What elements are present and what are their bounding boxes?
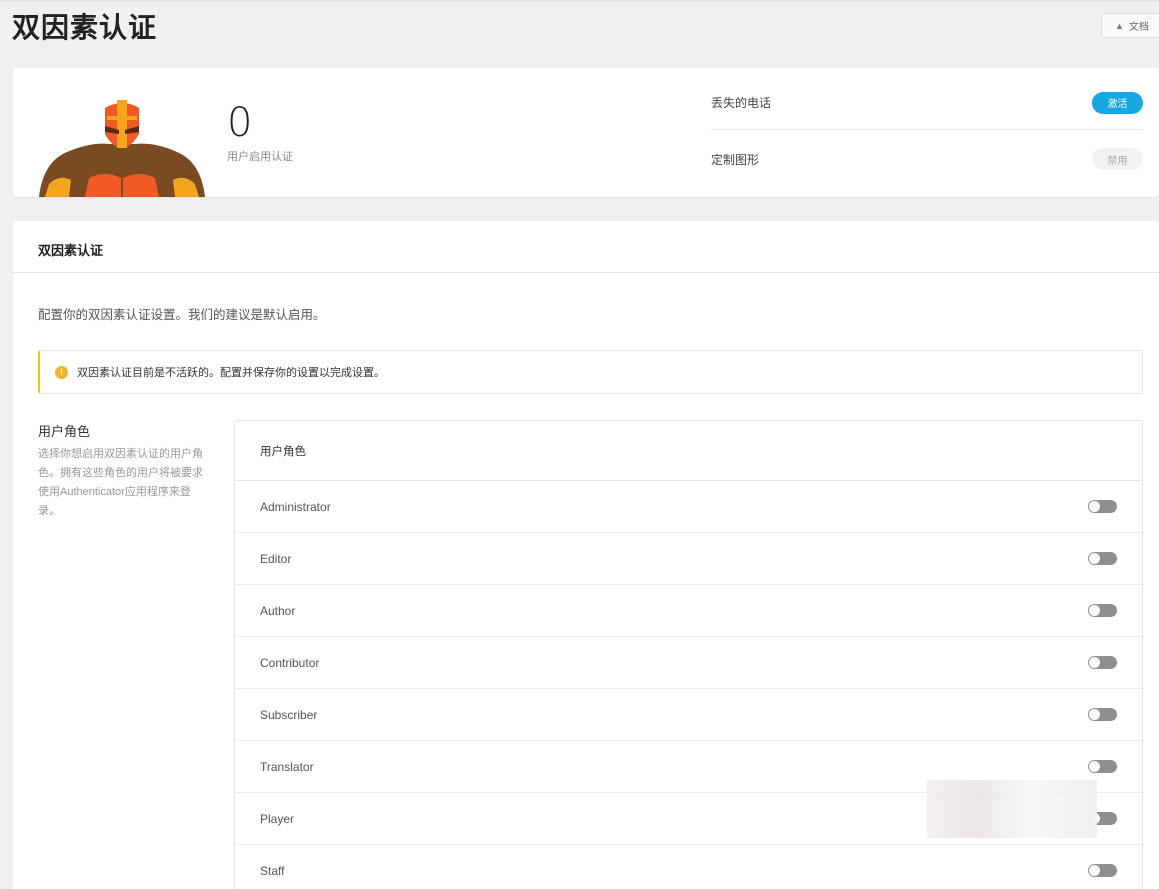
role-row-administrator: Administrator	[235, 481, 1142, 533]
role-toggle-administrator[interactable]	[1088, 500, 1117, 513]
enabled-user-count: 0	[227, 100, 253, 146]
role-label: Staff	[260, 863, 285, 878]
settings-intro: 配置你的双因素认证设置。我们的建议是默认启用。	[38, 308, 326, 322]
user-roles-description: 选择你想启用双因素认证的用户角色。拥有这些角色的用户将被要求使用Authenti…	[38, 448, 203, 517]
role-row-contributor: Contributor	[235, 637, 1142, 689]
exclamation-circle-icon: !	[55, 365, 68, 379]
role-toggle-staff[interactable]	[1088, 864, 1117, 877]
enabled-user-count-label: 用户启用认证	[227, 151, 293, 163]
role-row-staff: Staff	[235, 845, 1142, 889]
role-toggle-translator[interactable]	[1088, 760, 1117, 773]
role-toggle-subscriber[interactable]	[1088, 708, 1117, 721]
summary-card: 0 用户启用认证 丢失的电话 激活 定制图形 禁用	[13, 68, 1159, 197]
role-label: Contributor	[260, 655, 320, 670]
role-row-subscriber: Subscriber	[235, 689, 1142, 741]
disabled-button[interactable]: 禁用	[1092, 148, 1143, 170]
settings-header: 双因素认证	[13, 221, 1159, 273]
user-roles-title: 用户角色	[38, 424, 91, 439]
notice-text: 双因素认证目前是不活跃的。配置并保存你的设置以完成设置。	[77, 367, 385, 379]
watermark-blur	[927, 780, 1097, 838]
role-label: Translator	[260, 759, 314, 774]
page-title: 双因素认证	[12, 11, 158, 44]
inactive-notice: ! 双因素认证目前是不活跃的。配置并保存你的设置以完成设置。	[38, 350, 1143, 394]
top-border	[0, 0, 1159, 2]
user-roles-list-header: 用户角色	[235, 421, 1142, 481]
docs-button-label: 文档	[1128, 22, 1149, 33]
role-label: Subscriber	[260, 707, 318, 722]
role-label: Player	[260, 811, 295, 826]
role-label: Administrator	[260, 499, 331, 514]
role-label: Editor	[260, 551, 292, 566]
role-toggle-editor[interactable]	[1088, 552, 1117, 565]
activate-button[interactable]: 激活	[1092, 91, 1143, 114]
masked-wrestler-icon	[39, 100, 205, 197]
feature-label: 定制图形	[711, 152, 760, 167]
role-label: Author	[260, 603, 296, 618]
role-toggle-contributor[interactable]	[1088, 656, 1117, 669]
docs-button[interactable]: ▲ 文档	[1101, 13, 1159, 38]
role-row-author: Author	[235, 585, 1142, 637]
feature-label: 丢失的电话	[711, 96, 772, 110]
feature-row-lost-phone: 丢失的电话 激活	[711, 76, 1143, 130]
feature-row-custom-graphic: 定制图形 禁用	[711, 132, 1143, 186]
role-row-editor: Editor	[235, 533, 1142, 585]
graduation-cap-icon: ▲	[1115, 20, 1124, 31]
role-toggle-author[interactable]	[1088, 604, 1117, 617]
